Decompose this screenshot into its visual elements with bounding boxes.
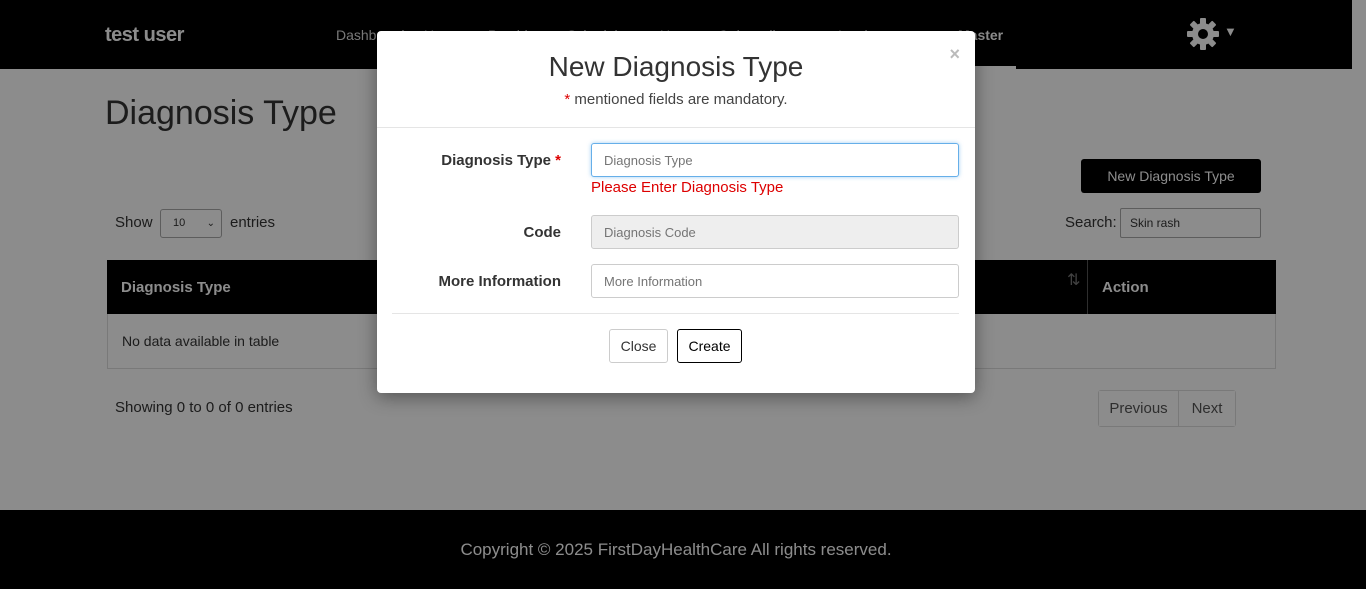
diagnosis-type-label: Diagnosis Type * <box>441 152 561 169</box>
code-label: Code <box>523 224 562 241</box>
diagnosis-type-input[interactable] <box>591 143 959 177</box>
mandatory-note-text: mentioned fields are mandatory. <box>570 91 788 108</box>
close-button[interactable]: Close <box>609 329 668 363</box>
diagnosis-code-input[interactable] <box>591 215 959 249</box>
new-diagnosis-type-modal: × New Diagnosis Type * mentioned fields … <box>377 31 975 393</box>
modal-title: New Diagnosis Type <box>548 51 804 82</box>
modal-footer-divider <box>392 313 959 314</box>
more-information-label: More Information <box>438 273 562 290</box>
mandatory-note: * mentioned fields are mandatory. <box>377 91 975 108</box>
create-button[interactable]: Create <box>677 329 742 363</box>
more-information-input[interactable] <box>591 264 959 298</box>
modal-divider <box>377 127 975 128</box>
diagnosis-type-error: Please Enter Diagnosis Type <box>591 179 784 196</box>
required-asterisk: * <box>555 152 561 169</box>
